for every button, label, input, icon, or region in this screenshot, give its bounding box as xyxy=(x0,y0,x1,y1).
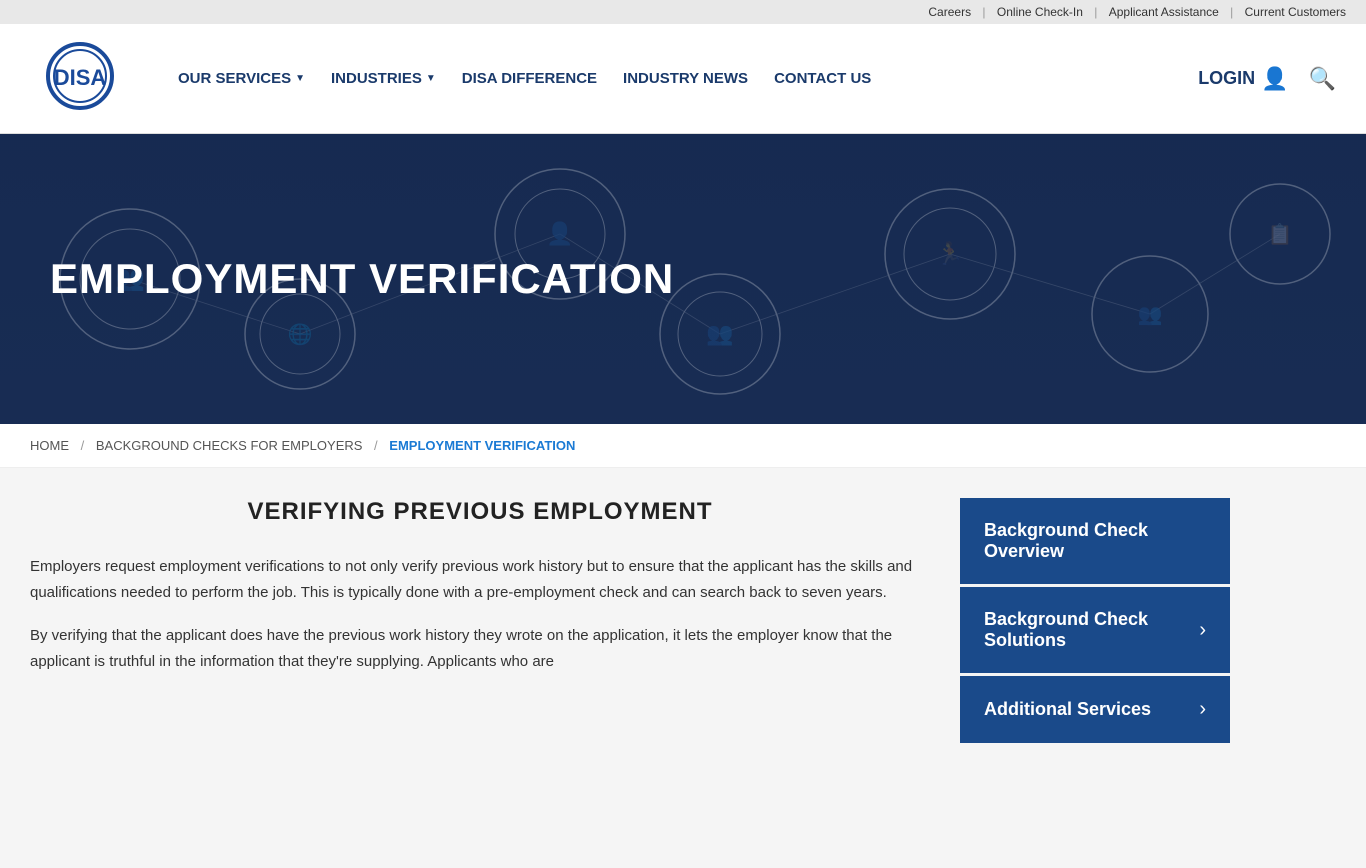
svg-text:📋: 📋 xyxy=(1268,222,1293,246)
online-checkin-link[interactable]: Online Check-In xyxy=(997,5,1083,19)
breadcrumb: HOME / BACKGROUND CHECKS FOR EMPLOYERS /… xyxy=(0,424,1366,468)
hero-banner: 👥 🌐 👤 👥 🏃 👥 📋 EMPLOYMENT VERIFICATION xyxy=(0,134,1366,424)
hero-title: EMPLOYMENT VERIFICATION xyxy=(50,255,674,303)
nav-our-services[interactable]: OUR SERVICES ▼ xyxy=(170,65,313,92)
nav-industries[interactable]: INDUSTRIES ▼ xyxy=(323,65,444,92)
content-paragraph-2: By verifying that the applicant does hav… xyxy=(30,623,930,674)
bg-solutions-chevron-icon: › xyxy=(1199,619,1206,642)
our-services-chevron: ▼ xyxy=(295,73,305,84)
search-icon[interactable]: 🔍 xyxy=(1309,66,1336,92)
sidebar-item-bg-solutions-label: Background Check Solutions xyxy=(984,609,1199,651)
industries-chevron: ▼ xyxy=(426,73,436,84)
content-area: VERIFYING PREVIOUS EMPLOYMENT Employers … xyxy=(30,498,930,838)
sidebar-item-bg-solutions[interactable]: Background Check Solutions › xyxy=(960,587,1230,673)
svg-text:👥: 👥 xyxy=(1138,304,1163,326)
careers-link[interactable]: Careers xyxy=(928,5,971,19)
svg-text:🏃: 🏃 xyxy=(936,241,963,266)
sep2: | xyxy=(1094,5,1097,19)
main-nav: OUR SERVICES ▼ INDUSTRIES ▼ DISA DIFFERE… xyxy=(170,65,1198,92)
breadcrumb-sep1: / xyxy=(81,438,85,453)
login-button[interactable]: LOGIN 👤 xyxy=(1198,66,1288,92)
section-title: VERIFYING PREVIOUS EMPLOYMENT xyxy=(30,498,930,526)
sep3: | xyxy=(1230,5,1233,19)
nav-industry-news[interactable]: INDUSTRY NEWS xyxy=(615,65,756,92)
breadcrumb-bg-checks[interactable]: BACKGROUND CHECKS FOR EMPLOYERS xyxy=(96,438,363,453)
logo[interactable]: DISA xyxy=(30,41,130,116)
sidebar-item-bg-overview[interactable]: Background Check Overview xyxy=(960,498,1230,584)
sidebar-item-additional-services[interactable]: Additional Services › xyxy=(960,676,1230,743)
hero-content: EMPLOYMENT VERIFICATION xyxy=(0,225,724,333)
nav-disa-difference[interactable]: DISA DIFFERENCE xyxy=(454,65,605,92)
sidebar: Background Check Overview Background Che… xyxy=(960,498,1230,838)
content-paragraph-1: Employers request employment verificatio… xyxy=(30,554,930,605)
additional-services-chevron-icon: › xyxy=(1199,698,1206,721)
nav-contact-us[interactable]: CONTACT US xyxy=(766,65,879,92)
header-right: LOGIN 👤 🔍 xyxy=(1198,66,1336,92)
user-icon: 👤 xyxy=(1261,66,1288,92)
sep1: | xyxy=(982,5,985,19)
svg-text:DISA: DISA xyxy=(54,65,107,90)
applicant-assistance-link[interactable]: Applicant Assistance xyxy=(1109,5,1219,19)
current-customers-link[interactable]: Current Customers xyxy=(1245,5,1346,19)
sidebar-item-additional-services-label: Additional Services xyxy=(984,699,1151,720)
main-content: VERIFYING PREVIOUS EMPLOYMENT Employers … xyxy=(0,468,1366,868)
sidebar-item-bg-overview-label: Background Check Overview xyxy=(984,520,1206,562)
breadcrumb-current: EMPLOYMENT VERIFICATION xyxy=(389,438,575,453)
breadcrumb-sep2: / xyxy=(374,438,378,453)
breadcrumb-home[interactable]: HOME xyxy=(30,438,69,453)
header: DISA OUR SERVICES ▼ INDUSTRIES ▼ DISA DI… xyxy=(0,24,1366,134)
top-bar: Careers | Online Check-In | Applicant As… xyxy=(0,0,1366,24)
